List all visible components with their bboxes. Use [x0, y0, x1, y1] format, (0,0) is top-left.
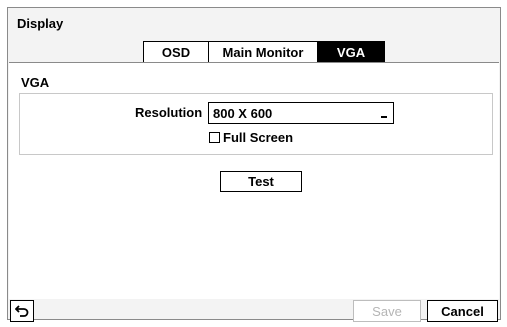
tab-main-monitor[interactable]: Main Monitor: [208, 41, 318, 63]
vga-settings-group: Resolution 800 X 600 Full Screen: [19, 93, 493, 155]
test-button[interactable]: Test: [220, 171, 302, 192]
section-label-vga: VGA: [21, 75, 50, 90]
resolution-dropdown[interactable]: 800 X 600: [208, 102, 394, 124]
display-dialog: Display OSD Main Monitor VGA VGA Resolut…: [7, 7, 501, 322]
back-button[interactable]: [10, 300, 34, 322]
save-button[interactable]: Save: [353, 300, 421, 322]
tab-vga[interactable]: VGA: [317, 41, 385, 63]
full-screen-label: Full Screen: [223, 130, 294, 145]
resolution-label: Resolution: [135, 105, 203, 120]
dropdown-indicator-icon: [381, 116, 387, 118]
cancel-button[interactable]: Cancel: [427, 300, 498, 322]
dialog-title: Display: [17, 16, 64, 31]
return-arrow-icon: [15, 305, 29, 317]
tab-bar: OSD Main Monitor VGA: [143, 41, 385, 63]
vga-panel: VGA Resolution 800 X 600 Full Screen Tes…: [9, 62, 499, 299]
tab-osd[interactable]: OSD: [143, 41, 209, 63]
full-screen-option[interactable]: Full Screen: [209, 130, 293, 145]
resolution-value: 800 X 600: [213, 105, 273, 121]
full-screen-checkbox[interactable]: [209, 132, 220, 143]
